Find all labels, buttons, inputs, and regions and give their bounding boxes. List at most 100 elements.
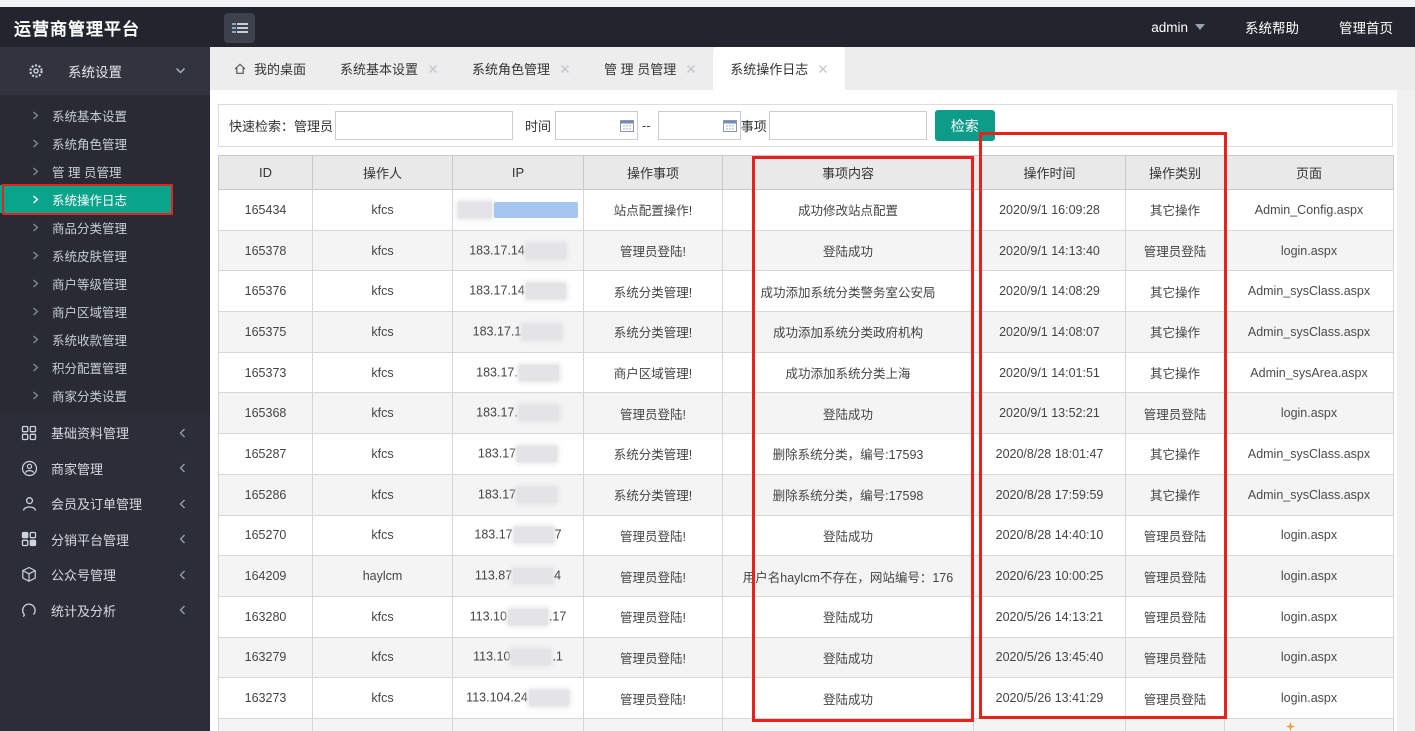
cell-content: 成功添加系统分类上海 [722,351,974,394]
search-button[interactable]: 检索 [934,110,995,141]
sidebar-subitem-6[interactable]: 商户等级管理 [0,269,210,297]
ip-text: .17 [548,609,567,624]
ip-text: 183.17. [476,405,518,420]
table-row: 165286 kfcs 183.17 系统分类管理! 删除系统分类，编号:17598 20… [218,473,1394,516]
table-row: 165373 kfcs 183.17. 商户区域管理! 成功添加系统分类上海 2020/9… [218,351,1394,394]
sidebar-subitem-7[interactable]: 商户区域管理 [0,297,210,325]
ip-redaction [522,323,563,340]
cell-operator: kfcs [312,311,453,353]
chevron-left-icon [179,499,186,509]
tab-1[interactable]: 系统基本设置 [323,47,455,90]
window-top-strip [0,0,1415,7]
cell-category: 其它操作 [1125,189,1225,231]
sidebar-section-0[interactable]: 基础资料管理 [0,415,210,451]
column-header: 操作事项 [583,155,723,190]
sidebar-subitem-5[interactable]: 系统皮肤管理 [0,241,210,269]
sidebar-subitem-4[interactable]: 商品分类管理 [0,213,210,241]
ip-redaction [458,201,492,218]
admin-home-link[interactable]: 管理首页 [1339,17,1393,37]
sidebar-section-system-settings[interactable]: 系统设置 [0,47,210,95]
cell-page: login.aspx [1224,677,1394,719]
close-icon[interactable] [428,64,438,74]
column-header: 操作人 [312,155,453,190]
sidebar-section-4[interactable]: 公众号管理 [0,557,210,593]
chevron-right-icon [32,223,39,232]
cell-action: 管理员登陆! [583,229,723,272]
close-icon[interactable] [686,64,696,74]
cell-id: 165375 [218,311,313,353]
cell-category: 管理员登陆 [1125,555,1225,597]
ip-text: .1 [552,649,563,664]
cell-category: 其它操作 [1125,433,1225,475]
sidebar-section-3[interactable]: 分销平台管理 [0,522,210,558]
close-icon[interactable] [818,64,828,74]
calendar-icon [620,120,635,132]
stats-icon [20,602,38,618]
cell-operator: kfcs [312,677,453,719]
cell-time: 2020/9/1 14:13:40 [973,229,1126,272]
sidebar-subitem-0[interactable]: 系统基本设置 [0,101,210,129]
cell-ip: 183.17.14 [452,270,584,313]
cell-category: 其它操作 [1125,270,1225,313]
cell-content: 用户名haylcm不存在，网站编号：176 [722,555,974,597]
ip-redaction [518,364,559,381]
tab-label: 系统角色管理 [472,62,551,77]
sidebar-subitem-1[interactable]: 系统角色管理 [0,129,210,157]
search-toolbar: 快速检索： 管理员 时间 -- 事项 检索 [218,104,1393,147]
table-row: 163279 kfcs 113.10 .1 管理员登陆! 登陆成功 2020/5/26 13… [218,636,1394,679]
item-search-input[interactable] [768,111,927,140]
sidebar-toggle-button[interactable] [224,13,255,43]
cell-category: 其它操作 [1125,311,1225,353]
tab-0[interactable]: 我的桌面 [216,47,323,90]
close-icon[interactable] [560,64,570,74]
tab-2[interactable]: 系统角色管理 [455,47,587,90]
sidebar-section-5[interactable]: 统计及分析 [0,593,210,629]
cell-page: Admin_sysClass.aspx [1224,433,1394,475]
sidebar-subitem-8[interactable]: 系统收款管理 [0,325,210,353]
column-header: IP [452,155,584,190]
scrollbar[interactable] [1397,90,1415,731]
cell-page: login.aspx [1224,229,1394,272]
cell-operator: kfcs [312,270,453,313]
cell-ip: 113.10 .1 [452,636,584,679]
cell-operator [312,717,453,731]
cell-time: 2020/5/26 13:45:40 [973,636,1126,679]
sidebar-subitem-label: 商户等级管理 [52,277,128,292]
cell-ip: 183.17.1 [452,311,584,353]
cell-action: 管理员登陆! [583,595,723,638]
user-menu[interactable]: admin [1151,20,1205,35]
date-to-input[interactable] [657,111,741,140]
cell-action: 管理员登陆! [583,392,723,435]
admin-search-input[interactable] [335,111,514,140]
cell-category: 管理员登陆 [1125,392,1225,435]
table-row: 165378 kfcs 183.17.14 管理员登陆! 登陆成功 2020/9/1 14… [218,229,1394,272]
column-header: 事项内容 [722,155,974,190]
sidebar-subitem-10[interactable]: 商家分类设置 [0,381,210,409]
cell-id [218,717,313,731]
ip-text: 183.17. [476,364,518,379]
cell-id: 165287 [218,433,313,475]
cell-operator: kfcs [312,636,453,679]
cell-content: 登陆成功 [722,677,974,719]
page-name: login.aspx [1280,609,1338,624]
cell-page: login.aspx [1224,636,1394,679]
ip-text: 7 [554,527,562,542]
sidebar-section-2[interactable]: 会员及订单管理 [0,486,210,522]
date-from-input[interactable] [555,111,639,140]
cube-icon [20,566,38,583]
column-header: 操作类别 [1125,155,1225,190]
cell-category: 管理员登陆 [1125,636,1225,679]
sidebar-section-1[interactable]: 商家管理 [0,451,210,487]
cell-operator: kfcs [312,392,453,435]
sidebar: 系统设置 系统基本设置 系统角色管理管 理 员管理 系统操作日志 商品分类管理 系统皮肤… [0,47,210,731]
chevron-right-icon [32,167,39,176]
cell-ip: 183.17 7 [452,514,584,557]
sidebar-subitem-9[interactable]: 积分配置管理 [0,353,210,381]
tab-3[interactable]: 管 理 员管理 [587,47,713,90]
system-help-link[interactable]: 系统帮助 [1245,17,1299,37]
cell-page: Admin_sysClass.aspx [1224,311,1394,353]
sidebar-subitem-2[interactable]: 管 理 员管理 [0,157,210,185]
cell-ip: 113.10 .17 [452,595,584,638]
sidebar-subitem-3[interactable]: 系统操作日志 [0,185,210,213]
tab-4[interactable]: 系统操作日志 [713,47,846,90]
